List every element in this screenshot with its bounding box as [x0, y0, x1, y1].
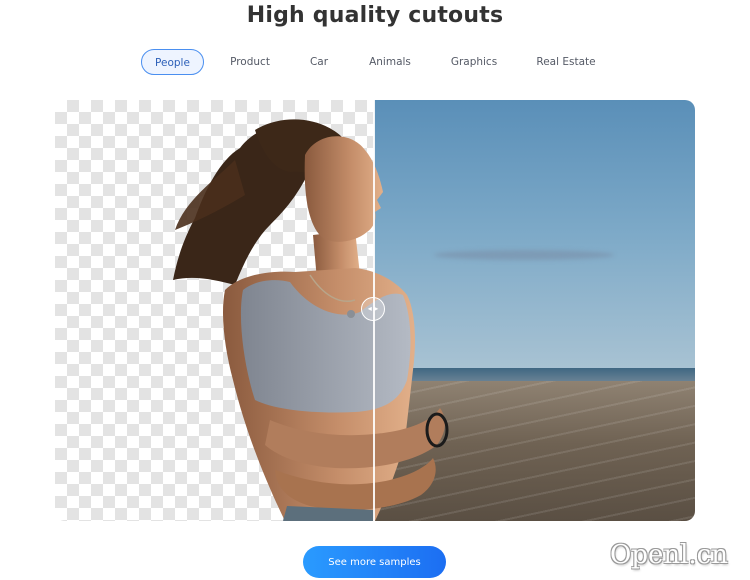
category-tabs: People Product Car Animals Graphics Real…: [0, 49, 750, 75]
watermark-logo: Openl.cn: [610, 540, 728, 570]
tab-car[interactable]: Car: [300, 49, 338, 75]
tab-real-estate[interactable]: Real Estate: [530, 49, 602, 75]
see-more-samples-button[interactable]: See more samples: [303, 546, 446, 578]
tab-animals[interactable]: Animals: [360, 49, 420, 75]
tab-people[interactable]: People: [141, 49, 204, 75]
left-right-arrows-icon: ◂ ▸: [367, 304, 379, 313]
slider-handle[interactable]: ◂ ▸: [361, 297, 385, 321]
tab-product[interactable]: Product: [220, 49, 280, 75]
before-after-comparison[interactable]: ◂ ▸: [55, 100, 695, 521]
section-title: High quality cutouts: [246, 3, 504, 28]
tab-graphics[interactable]: Graphics: [440, 49, 508, 75]
